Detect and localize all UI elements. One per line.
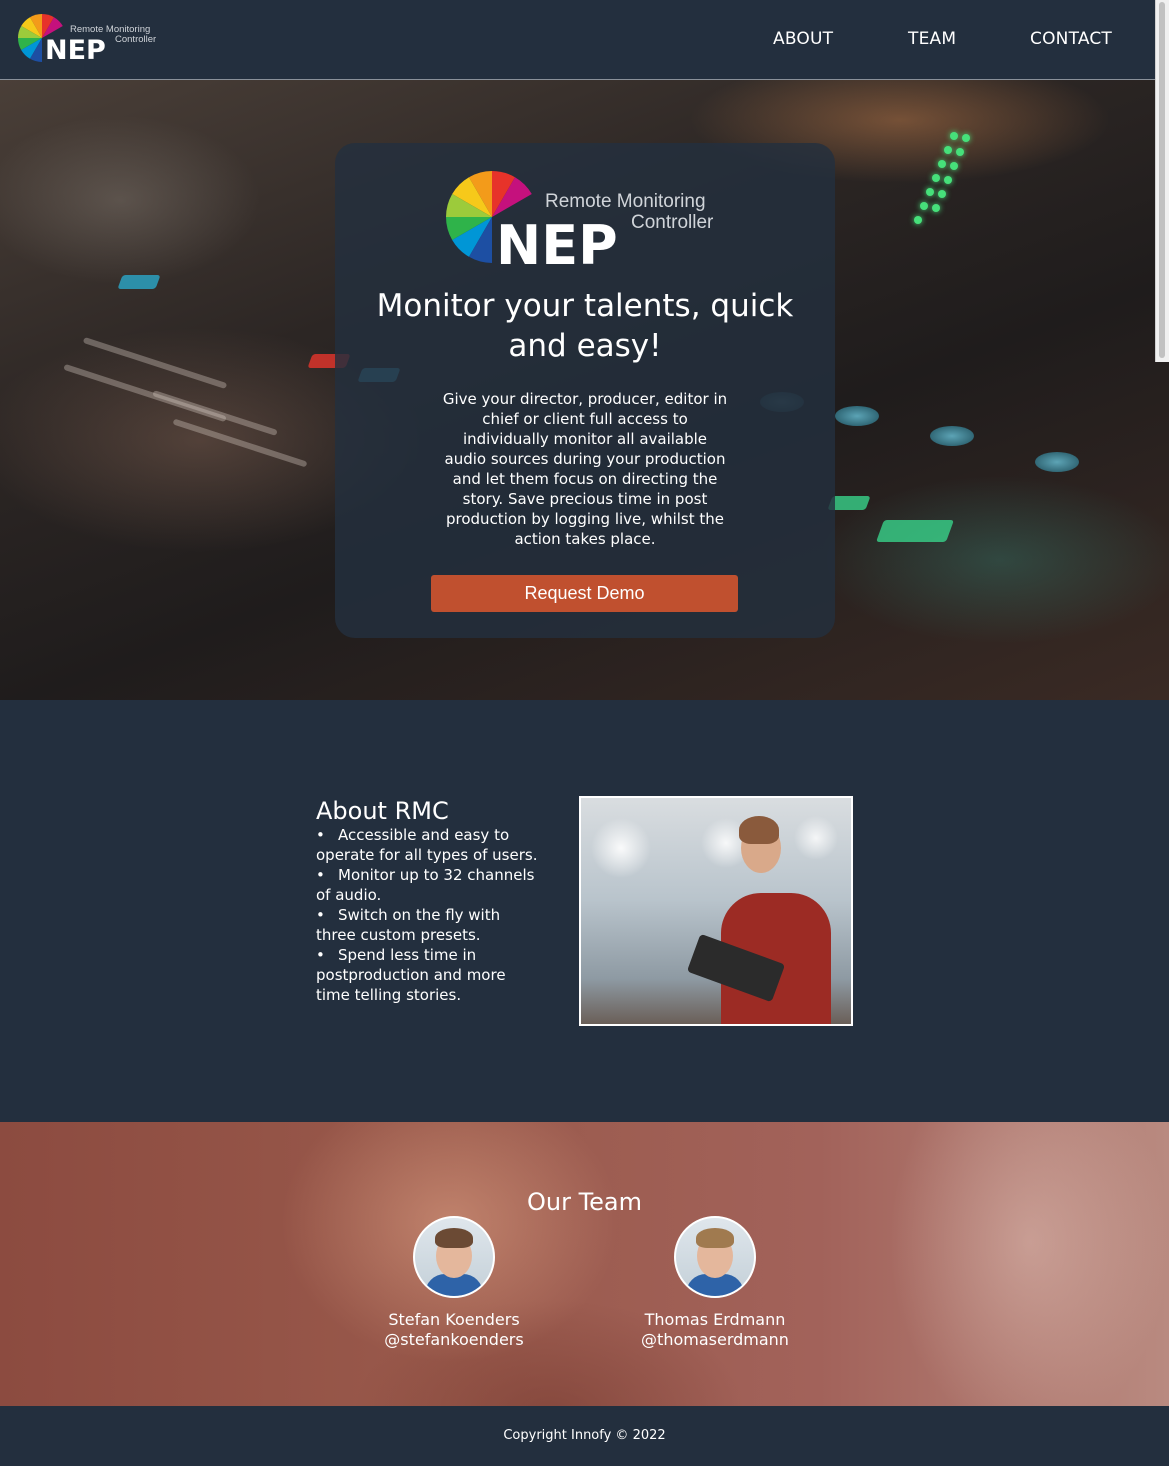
request-demo-button[interactable]: Request Demo <box>431 575 738 612</box>
site-header: NEP Remote Monitoring Controller ABOUT T… <box>0 0 1155 80</box>
hero-card: NEP Remote Monitoring Controller Monitor… <box>335 143 835 638</box>
nav-about[interactable]: ABOUT <box>773 29 853 49</box>
nav-team[interactable]: TEAM <box>908 29 968 49</box>
about-feature-list: • Accessible and easy to operate for all … <box>316 825 541 1005</box>
list-item: • Accessible and easy to operate for all … <box>316 826 538 864</box>
about-section: About RMC • Accessible and easy to operat… <box>0 700 1169 1122</box>
list-item: • Monitor up to 32 channels of audio. <box>316 866 535 904</box>
page-scrollbar[interactable] <box>1155 0 1169 362</box>
about-title: About RMC <box>316 797 449 825</box>
member-name: Thomas Erdmann <box>644 1310 786 1329</box>
nep-wordmark: NEP <box>496 214 618 270</box>
nep-logo-large: NEP Remote Monitoring Controller <box>446 171 714 270</box>
team-member: Stefan Koenders @stefankoenders <box>344 1216 564 1350</box>
hero-description: Give your director, producer, editor in … <box>442 390 728 548</box>
site-footer: Copyright Innofy © 2022 <box>0 1406 1169 1466</box>
svg-text:Remote Monitoring: Remote Monitoring <box>545 191 706 212</box>
nep-logo[interactable]: NEP Remote Monitoring Controller <box>17 11 157 63</box>
bullet-icon: • <box>316 826 325 844</box>
team-title: Our Team <box>526 1188 643 1216</box>
member-handle[interactable]: @thomaserdmann <box>605 1330 825 1350</box>
hero-section: NEP Remote Monitoring Controller Monitor… <box>0 80 1169 700</box>
about-photo <box>579 796 853 1026</box>
copyright-text: Copyright Innofy © 2022 <box>503 1428 666 1443</box>
svg-text:Controller: Controller <box>631 212 714 233</box>
bullet-icon: • <box>316 906 325 924</box>
team-member: Thomas Erdmann @thomaserdmann <box>605 1216 825 1350</box>
svg-text:Controller: Controller <box>115 34 156 45</box>
bullet-icon: • <box>316 946 325 964</box>
team-section: Our Team Stefan Koenders @stefankoenders… <box>0 1122 1169 1406</box>
nav-contact[interactable]: CONTACT <box>1030 29 1130 49</box>
avatar <box>413 1216 495 1298</box>
member-name: Stefan Koenders <box>388 1310 520 1329</box>
member-handle[interactable]: @stefankoenders <box>344 1330 564 1350</box>
nep-wordmark: NEP <box>45 35 106 63</box>
bullet-icon: • <box>316 866 325 884</box>
list-item: • Switch on the fly with three custom pre… <box>316 906 501 944</box>
list-item: • Spend less time in postproduction and m… <box>316 946 506 1004</box>
hero-title: Monitor your talents, quick and easy! <box>376 288 794 364</box>
avatar <box>674 1216 756 1298</box>
scrollbar-thumb[interactable] <box>1159 2 1165 358</box>
